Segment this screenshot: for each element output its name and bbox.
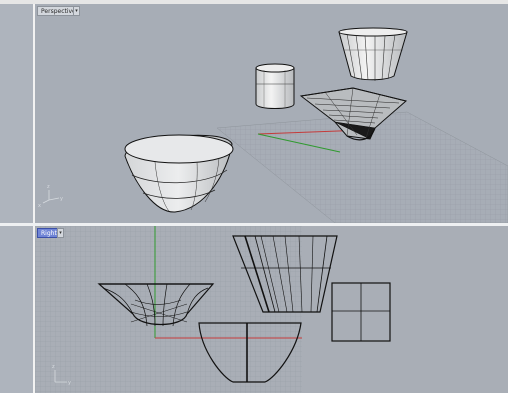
axis-label-y: y: [68, 380, 71, 386]
world-axes-icon: z y x: [38, 184, 63, 209]
perspective-viewport[interactable]: z y x Perspective ▾: [35, 4, 508, 223]
left-gutter: [0, 4, 34, 393]
axis-label-z: z: [47, 184, 50, 190]
faceted-cup-object[interactable]: [338, 27, 408, 81]
right-viewport[interactable]: z y Right ▾: [35, 226, 508, 393]
cylinder-object[interactable]: [255, 63, 295, 109]
axis-label-x: x: [38, 203, 41, 209]
perspective-menu-dropdown-arrow-icon[interactable]: ▾: [73, 6, 80, 16]
axis-label-z: z: [52, 364, 55, 370]
cylinder-side-view[interactable]: [331, 282, 391, 342]
right-menu-dropdown-arrow-icon[interactable]: ▾: [57, 228, 64, 238]
axis-label-y: y: [60, 196, 63, 202]
perspective-canvas[interactable]: z y x: [35, 4, 508, 223]
bowl-object[interactable]: [124, 134, 234, 213]
right-canvas[interactable]: z y: [35, 226, 508, 393]
